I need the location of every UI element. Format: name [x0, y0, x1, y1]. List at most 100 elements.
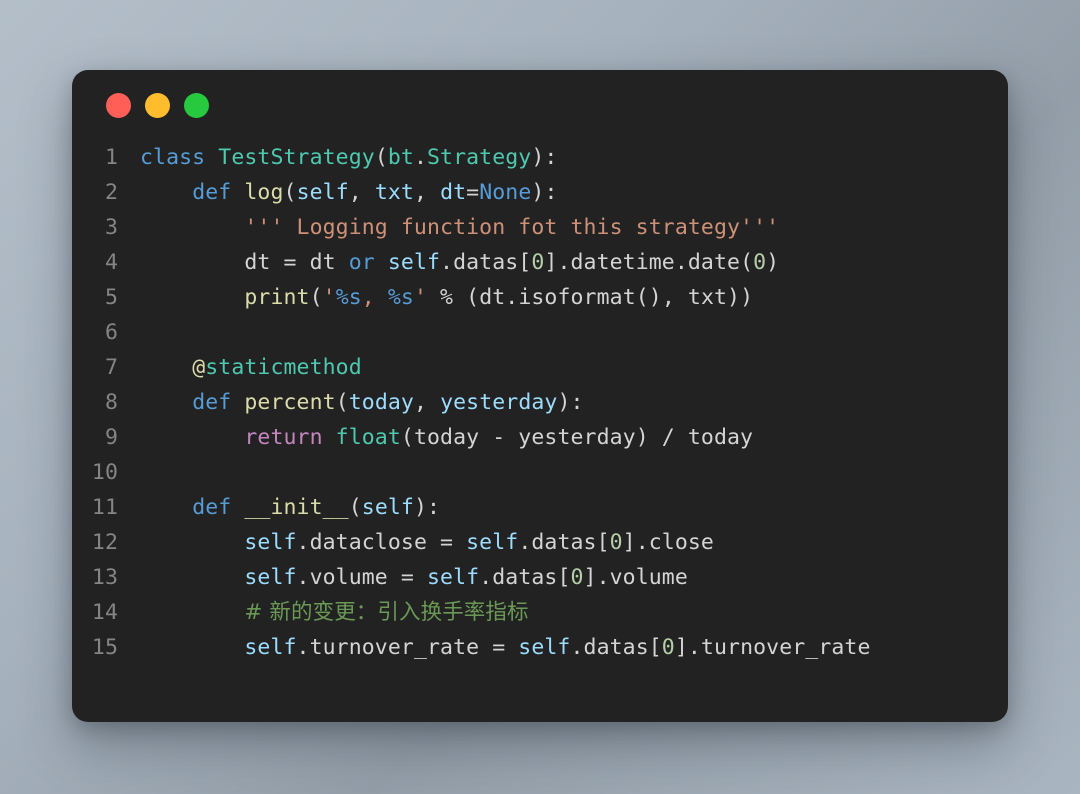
line-content[interactable]: print('%s, %s' % (dt.isoformat(), txt)) — [140, 280, 753, 315]
code-line: 11 def __init__(self): — [72, 490, 1008, 525]
close-button-icon[interactable] — [106, 92, 131, 118]
line-number: 12 — [91, 530, 118, 555]
token-keyword-return: return — [244, 425, 323, 450]
token-function-name: __init__ — [244, 495, 349, 520]
code-line: 6 — [72, 315, 1008, 350]
token-expr: dt.isoformat(), txt)) — [479, 285, 754, 310]
token-attr: ].close — [622, 530, 714, 555]
token-param: today — [348, 390, 414, 415]
token-dot: . — [413, 145, 427, 170]
line-content[interactable]: @staticmethod — [140, 350, 362, 385]
token-attr: .dataclose = — [296, 530, 467, 555]
line-number: 3 — [104, 215, 118, 240]
token-decorator-at: @ — [192, 355, 206, 380]
code-line: 14 # 新的变更：引入换手率指标 — [72, 595, 1008, 630]
token-attr: .datas[ — [518, 530, 610, 555]
code-editor[interactable]: 1 class TestStrategy(bt.Strategy): 2 def… — [72, 140, 1008, 665]
token-function-name: log — [244, 180, 284, 205]
line-number: 13 — [91, 565, 118, 590]
token-expr: today - yesterday) / today — [413, 425, 754, 450]
token-module: bt — [387, 145, 414, 170]
token-sep: , — [413, 180, 441, 205]
token-self: self — [466, 530, 519, 555]
line-content[interactable]: ''' Logging function fot this strategy''… — [140, 210, 779, 245]
token-punct: ( — [348, 495, 362, 520]
line-content[interactable]: class TestStrategy(bt.Strategy): — [140, 140, 557, 175]
token-attr: ].volume — [583, 565, 688, 590]
code-line: 2 def log(self, txt, dt=None): — [72, 175, 1008, 210]
token-string-part: , — [361, 285, 388, 310]
token-attr: .turnover_rate = — [296, 635, 519, 660]
token-comment: # 新的变更：引入换手率指标 — [244, 600, 529, 625]
code-line: 8 def percent(today, yesterday): — [72, 385, 1008, 420]
line-content[interactable]: def log(self, txt, dt=None): — [140, 175, 558, 210]
token-function-name: percent — [244, 390, 336, 415]
code-line: 1 class TestStrategy(bt.Strategy): — [72, 140, 1008, 175]
line-content[interactable]: def percent(today, yesterday): — [140, 385, 584, 420]
code-line: 5 print('%s, %s' % (dt.isoformat(), txt)… — [72, 280, 1008, 315]
token-self: self — [387, 250, 441, 275]
token-format-spec: %s — [387, 285, 414, 310]
code-line: 13 self.volume = self.datas[0].volume — [72, 560, 1008, 595]
line-content[interactable]: self.turnover_rate = self.datas[0].turno… — [140, 630, 871, 665]
token-keyword: def — [192, 180, 232, 205]
code-line: 12 self.dataclose = self.datas[0].close — [72, 525, 1008, 560]
token-tail: ): — [557, 390, 584, 415]
line-number: 11 — [91, 495, 118, 520]
token-assign: dt = dt — [244, 250, 349, 275]
token-attr: ].turnover_rate — [674, 635, 871, 660]
line-content[interactable]: self.dataclose = self.datas[0].close — [140, 525, 714, 560]
window-titlebar — [72, 70, 1008, 140]
token-tail: ): — [531, 145, 558, 170]
line-number: 14 — [91, 600, 118, 625]
token-keyword: def — [192, 390, 232, 415]
line-number: 2 — [104, 180, 118, 205]
token-number: 0 — [753, 250, 767, 275]
token-attr: ].datetime.date( — [544, 250, 754, 275]
token-self: self — [244, 635, 297, 660]
line-number: 7 — [104, 355, 118, 380]
token-param: self — [296, 180, 349, 205]
line-number: 6 — [104, 320, 118, 345]
minimize-button-icon[interactable] — [145, 92, 170, 118]
token-operator: = — [466, 180, 480, 205]
token-self: self — [244, 565, 297, 590]
code-line: 4 dt = dt or self.datas[0].datetime.date… — [72, 245, 1008, 280]
token-quote: ' — [413, 285, 428, 310]
token-none: None — [479, 180, 532, 205]
token-keyword: def — [192, 495, 232, 520]
token-attr: .datas[ — [479, 565, 571, 590]
token-number: 0 — [661, 635, 675, 660]
line-content[interactable]: def __init__(self): — [140, 490, 440, 525]
token-param: yesterday — [440, 390, 558, 415]
code-line: 10 — [72, 455, 1008, 490]
line-content[interactable]: dt = dt or self.datas[0].datetime.date(0… — [140, 245, 779, 280]
line-number: 8 — [104, 390, 118, 415]
line-content[interactable]: self.volume = self.datas[0].volume — [140, 560, 688, 595]
maximize-button-icon[interactable] — [184, 92, 209, 118]
line-content[interactable]: return float(today - yesterday) / today — [140, 420, 753, 455]
token-attr: .volume = — [296, 565, 427, 590]
line-number: 9 — [104, 425, 118, 450]
token-tail: ): — [413, 495, 441, 520]
token-number: 0 — [609, 530, 623, 555]
token-punct: ( — [283, 180, 297, 205]
line-content[interactable]: # 新的变更：引入换手率指标 — [140, 595, 529, 630]
token-punct: ( — [335, 390, 349, 415]
token-keyword: class — [140, 145, 206, 170]
token-base-class: Strategy — [427, 145, 532, 170]
token-self: self — [244, 530, 297, 555]
